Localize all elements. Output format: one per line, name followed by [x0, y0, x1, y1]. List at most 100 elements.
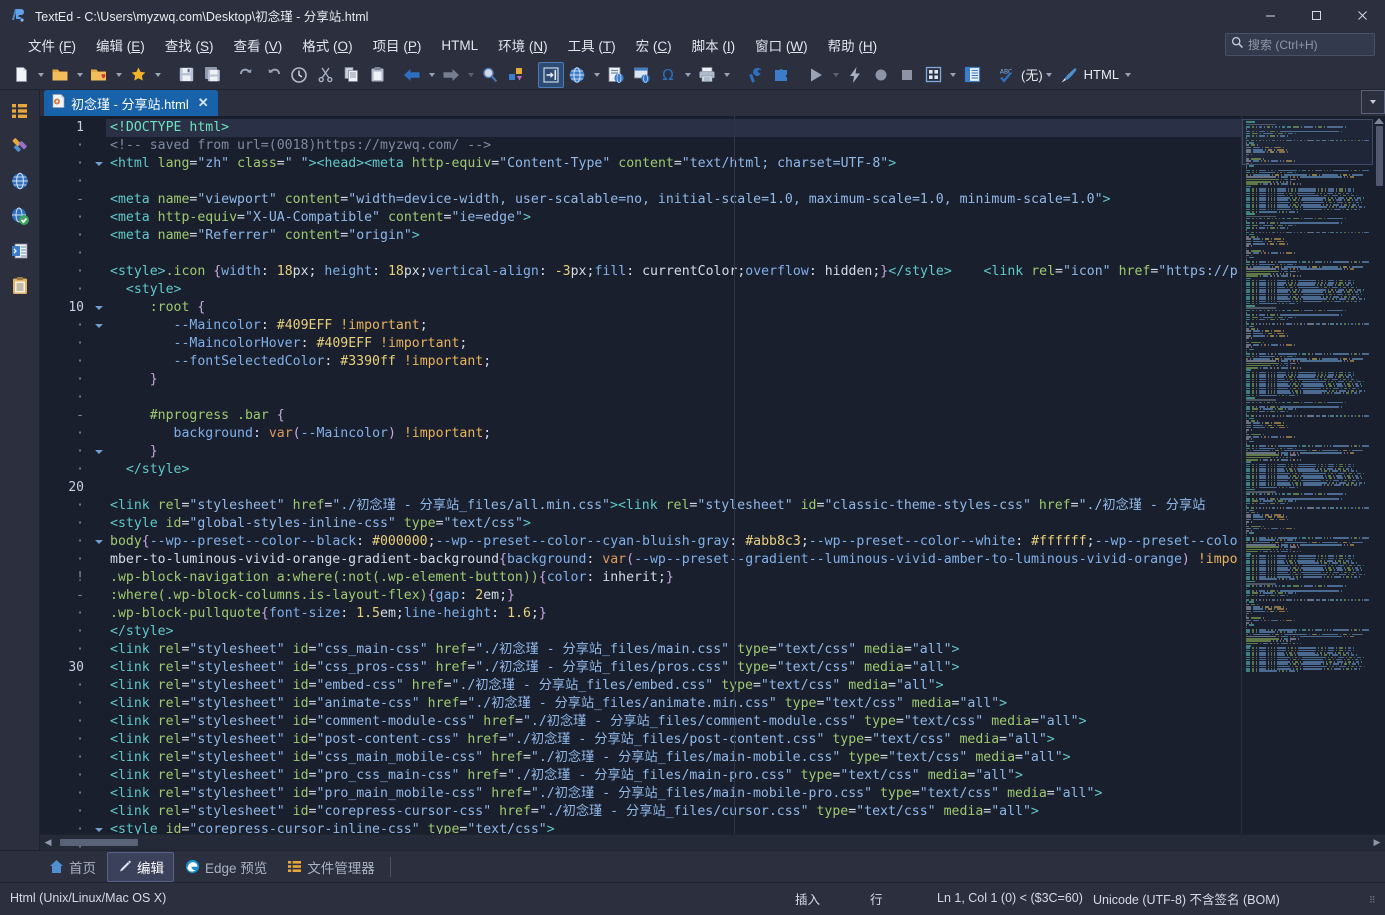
indent-icon[interactable]	[538, 62, 564, 88]
grid-dropdown-arrow[interactable]	[946, 62, 959, 88]
code-line[interactable]: --Maincolor: #409EFF !important;	[106, 317, 1241, 335]
sidebar-item-validate[interactable]	[6, 201, 34, 231]
zoom-icon[interactable]	[477, 62, 503, 88]
resize-grip-icon[interactable]: ⠿	[1369, 898, 1381, 910]
menu-item-5[interactable]: 项目 (P)	[363, 31, 432, 59]
code-line[interactable]: <link rel="stylesheet" id="comment-modul…	[106, 713, 1241, 731]
fold-toggle-icon[interactable]	[92, 317, 106, 335]
code-line[interactable]: --MaincolorHover: #409EFF !important;	[106, 335, 1241, 353]
star-icon[interactable]	[125, 62, 151, 88]
code-line[interactable]: <!DOCTYPE html>	[106, 119, 1241, 137]
paste-icon[interactable]	[364, 62, 390, 88]
menu-item-4[interactable]: 格式 (O)	[292, 31, 362, 59]
code-line[interactable]: #nprogress .bar {	[106, 407, 1241, 425]
star-dropdown-arrow[interactable]	[151, 62, 164, 88]
brush-icon[interactable]	[1056, 62, 1082, 88]
globe-dropdown-arrow[interactable]	[590, 62, 603, 88]
fold-toggle-icon[interactable]	[92, 299, 106, 317]
code-line[interactable]: <link rel="stylesheet" id="embed-css" hr…	[106, 677, 1241, 695]
globe-icon[interactable]	[564, 62, 590, 88]
print-icon[interactable]	[694, 62, 720, 88]
puzzle-icon[interactable]	[768, 62, 794, 88]
minimap-viewport[interactable]	[1242, 119, 1373, 165]
vertical-scrollbar-thumb[interactable]	[1376, 126, 1383, 186]
code-line[interactable]: <link rel="stylesheet" id="animate-css" …	[106, 695, 1241, 713]
tab-document[interactable]: 初念瑾 - 分享站.html ✕	[44, 90, 218, 116]
fold-toggle-icon[interactable]	[92, 533, 106, 551]
code-line[interactable]: body{--wp--preset--color--black: #000000…	[106, 533, 1241, 551]
menu-item-12[interactable]: 帮助 (H)	[818, 31, 888, 59]
scroll-up-icon[interactable]	[1374, 118, 1384, 124]
menu-item-1[interactable]: 编辑 (E)	[86, 31, 155, 59]
code-content[interactable]: <!DOCTYPE html><!-- saved from url=(0018…	[106, 116, 1241, 834]
scroll-right-icon[interactable]: ▶	[1369, 837, 1385, 848]
code-line[interactable]: <link rel="stylesheet" href="./初念瑾 - 分享站…	[106, 497, 1241, 515]
fold-toggle-icon[interactable]	[92, 443, 106, 461]
sidebar-item-globe[interactable]	[6, 166, 34, 196]
copy-icon[interactable]	[338, 62, 364, 88]
maximize-button[interactable]	[1293, 0, 1339, 30]
code-line[interactable]: <meta name="Referrer" content="origin">	[106, 227, 1241, 245]
minimize-button[interactable]	[1247, 0, 1293, 30]
sidebar-item-explorer[interactable]	[6, 96, 34, 126]
code-line[interactable]: <link rel="stylesheet" id="corepress-cur…	[106, 803, 1241, 821]
wrench-icon[interactable]	[742, 62, 768, 88]
code-line[interactable]: <style id="global-styles-inline-css" typ…	[106, 515, 1241, 533]
run-icon[interactable]	[803, 62, 829, 88]
code-line[interactable]: --fontSelectedColor: #3390ff !important;	[106, 353, 1241, 371]
code-line[interactable]	[106, 245, 1241, 263]
new-file-dropdown-arrow[interactable]	[34, 62, 47, 88]
sidebar-item-snippets[interactable]	[6, 131, 34, 161]
preview-window-icon[interactable]	[629, 62, 655, 88]
code-line[interactable]: </style>	[106, 623, 1241, 641]
code-fold-gutter[interactable]	[92, 116, 106, 834]
code-line[interactable]: mber-to-luminous-vivid-orange-gradient-b…	[106, 551, 1241, 569]
open-favorites-dropdown-arrow[interactable]	[112, 62, 125, 88]
code-line[interactable]: }	[106, 443, 1241, 461]
grid-icon[interactable]	[920, 62, 946, 88]
code-line[interactable]: <link rel="stylesheet" id="css_main-css"…	[106, 641, 1241, 659]
html-mode-dropdown-arrow[interactable]	[1121, 62, 1134, 88]
code-line[interactable]: }	[106, 371, 1241, 389]
save-icon[interactable]	[173, 62, 199, 88]
code-line[interactable]: <!-- saved from url=(0018)https://myzwq.…	[106, 137, 1241, 155]
code-line[interactable]: </style>	[106, 461, 1241, 479]
open-folder-icon[interactable]	[47, 62, 73, 88]
lightning-icon[interactable]	[842, 62, 868, 88]
print-dropdown-arrow[interactable]	[720, 62, 733, 88]
menu-item-10[interactable]: 脚本 (I)	[682, 31, 746, 59]
code-line[interactable]: <link rel="stylesheet" id="css_pros-css"…	[106, 659, 1241, 677]
code-editor[interactable]: 1···-·····10·····-···20····!-···30······…	[40, 116, 1385, 834]
menu-item-8[interactable]: 工具 (T)	[558, 31, 626, 59]
record-icon[interactable]	[868, 62, 894, 88]
horizontal-scrollbar[interactable]: ◀ ▶	[40, 834, 1385, 850]
horizontal-scrollbar-track[interactable]	[56, 838, 1369, 848]
bottom-tab-1[interactable]: 编辑	[107, 852, 174, 882]
tab-close-button[interactable]: ✕	[195, 95, 212, 111]
spell-dropdown-arrow[interactable]	[1043, 62, 1056, 88]
menu-item-11[interactable]: 窗口 (W)	[745, 31, 818, 59]
code-line[interactable]: <meta name="viewport" content="width=dev…	[106, 191, 1241, 209]
tab-list-dropdown-button[interactable]	[1361, 90, 1385, 114]
new-file-icon[interactable]	[8, 62, 34, 88]
close-button[interactable]	[1339, 0, 1385, 30]
code-line[interactable]: <link rel="stylesheet" id="css_main_mobi…	[106, 749, 1241, 767]
open-folder-dropdown-arrow[interactable]	[73, 62, 86, 88]
table-icon[interactable]	[959, 62, 985, 88]
colorpicker-icon[interactable]	[503, 62, 529, 88]
status-insert-mode[interactable]: 插入	[795, 889, 820, 908]
bottom-tab-2[interactable]: Edge 预览	[176, 853, 276, 881]
omega-icon[interactable]: Ω	[655, 62, 681, 88]
horizontal-scrollbar-thumb[interactable]	[60, 839, 138, 846]
back-dropdown-arrow[interactable]	[425, 62, 438, 88]
fold-toggle-icon[interactable]	[92, 821, 106, 839]
code-line[interactable]: <style id="corepress-cursor-inline-css" …	[106, 821, 1241, 834]
spellcheck-icon[interactable]: ABC	[994, 62, 1020, 88]
menu-item-0[interactable]: 文件 (F)	[18, 31, 86, 59]
code-line[interactable]	[106, 389, 1241, 407]
cut-icon[interactable]	[312, 62, 338, 88]
code-line[interactable]: <link rel="stylesheet" id="pro_css_main-…	[106, 767, 1241, 785]
stop-icon[interactable]	[894, 62, 920, 88]
fold-toggle-icon[interactable]	[92, 155, 106, 173]
open-favorites-icon[interactable]	[86, 62, 112, 88]
